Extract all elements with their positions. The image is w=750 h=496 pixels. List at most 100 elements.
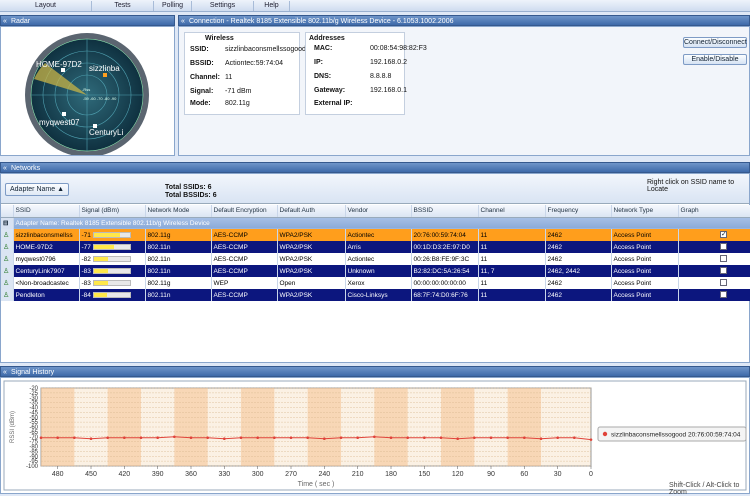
vendor-cell: Arris (345, 241, 412, 253)
table-row[interactable]: ♙ Pendleton -84 802.11n AES-CCMP WPA2/PSK Cisc… (1, 289, 750, 301)
channel-cell: 11 (478, 253, 546, 265)
table-header: SSID Signal (dBm) Network Mode Default E… (1, 205, 750, 218)
ssid-cell[interactable]: Pendleton (13, 289, 80, 301)
signal-strength-bar (92, 255, 131, 262)
radar-header[interactable]: «Radar (0, 15, 175, 26)
column-graph[interactable]: Graph (678, 205, 750, 218)
tab-polling[interactable]: Polling (154, 1, 192, 11)
series-point (256, 436, 259, 440)
tab-help[interactable]: Help (254, 1, 290, 11)
series-point (489, 436, 493, 440)
addresses-heading: Addresses (309, 35, 345, 42)
series-point (56, 436, 59, 440)
signal-cell: -82 (79, 253, 146, 265)
signal-strength-bar (92, 267, 131, 274)
graph-cell[interactable] (678, 265, 750, 277)
series-point (389, 436, 393, 440)
column-ssid[interactable]: SSID (13, 205, 80, 218)
tab-settings[interactable]: Settings (192, 1, 254, 11)
ssid-cell[interactable]: myqwest0796 (13, 253, 80, 265)
row-icon: ♙ (1, 277, 14, 289)
signal-cell: -71 (79, 229, 146, 241)
graph-checkbox[interactable] (720, 291, 727, 299)
radar-label-home: HOME-97D2 (36, 60, 82, 69)
dns-label: DNS: (314, 73, 332, 80)
table-row[interactable]: ♙ myqwest0796 -82 802.11n AES-CCMP WPA2/PSK Ac… (1, 253, 750, 265)
signal-label: Signal: (190, 88, 214, 95)
enable-disable-button[interactable]: Enable/Disable (683, 54, 747, 65)
signal-history-chart[interactable]: -20-25-30-35-40-45-50-55-60-65-70-75-80-… (1, 378, 749, 493)
tab-layout[interactable]: Layout (0, 1, 92, 11)
series-point (289, 436, 293, 440)
table-row[interactable]: ♙ CenturyLink7907 -83 802.11n AES-CCMP WPA2/P… (1, 265, 750, 277)
series-point (373, 435, 376, 439)
signal-cell: -77 (79, 241, 146, 253)
ssid-cell[interactable]: CenturyLink7907 (13, 265, 80, 277)
auth-cell: WPA2/PSK (277, 289, 346, 301)
column-encryption[interactable]: Default Encryption (211, 205, 278, 218)
encryption-cell: AES-CCMP (211, 241, 278, 253)
tab-tests[interactable]: Tests (92, 1, 154, 11)
x-tick-label: 300 (252, 471, 264, 478)
history-header[interactable]: «Signal History (0, 366, 750, 377)
column-vendor[interactable]: Vendor (345, 205, 412, 218)
dns-value: 8.8.8.8 (370, 73, 392, 80)
networks-header[interactable]: «Networks (0, 162, 750, 173)
total-bssids: Total BSSIDs: 6 (165, 192, 217, 199)
auth-cell: WPA2/PSK (277, 229, 346, 241)
group-row[interactable]: ⊟ Adapter Name: Realtek 8185 Extensible … (1, 217, 750, 229)
column-auth[interactable]: Default Auth (277, 205, 346, 218)
ssid-cell[interactable]: <Non-broadcastec (13, 277, 80, 289)
column-signal[interactable]: Signal (dBm) (79, 205, 146, 218)
column-network-mode[interactable]: Network Mode (145, 205, 212, 218)
graph-cell[interactable] (678, 253, 750, 265)
vendor-cell: Actiontec (345, 253, 412, 265)
radar-center-label: -Rss (82, 87, 90, 92)
frequency-cell: 2462 (545, 253, 612, 265)
encryption-cell: AES-CCMP (211, 265, 278, 277)
connect-disconnect-button[interactable]: Connect/Disconnect (683, 37, 747, 48)
connection-header[interactable]: «Connection - Realtek 8185 Extensible 80… (178, 15, 750, 26)
series-point (123, 436, 126, 440)
graph-cell[interactable] (678, 277, 750, 289)
table-row[interactable]: ♙ <Non-broadcastec -83 802.11g WEP Open Xerox 0… (1, 277, 750, 289)
x-tick-label: 390 (152, 471, 164, 478)
series-point (423, 436, 426, 440)
radar-panel: HOME-97D2 sizzlinba myqwest07 CenturyLi … (0, 26, 175, 157)
group-expander[interactable]: ⊟ (1, 217, 14, 229)
table-row[interactable]: ♙ HOME-97D2 -77 802.11n AES-CCMP WPA2/PSK Arri… (1, 241, 750, 253)
x-tick-label: 210 (352, 471, 364, 478)
series-point (156, 436, 159, 440)
type-cell: Access Point (611, 241, 679, 253)
ssid-cell[interactable]: sizzlinbaconsmellss (13, 229, 80, 241)
external-ip-label: External IP: (314, 100, 353, 107)
column-bssid[interactable]: BSSID (411, 205, 479, 218)
adapter-name-group-button[interactable]: Adapter Name ▲ (5, 183, 69, 196)
column-channel[interactable]: Channel (478, 205, 546, 218)
x-tick-label: 420 (118, 471, 130, 478)
column-frequency[interactable]: Frequency (545, 205, 612, 218)
graph-checkbox[interactable]: ✓ (720, 231, 727, 239)
graph-checkbox[interactable] (720, 255, 727, 263)
graph-cell[interactable]: ✓ (678, 229, 750, 241)
ssid-cell[interactable]: HOME-97D2 (13, 241, 80, 253)
gateway-value: 192.168.0.1 (370, 87, 407, 94)
vendor-cell: Cisco-Linksys (345, 289, 412, 301)
signal-strength-bar (92, 231, 131, 238)
x-tick-label: 180 (385, 471, 397, 478)
radar-label-sizzlin: sizzlinba (89, 64, 120, 73)
signal-cell: -83 (79, 277, 146, 289)
graph-cell[interactable] (678, 289, 750, 301)
mode-label: Mode: (190, 100, 211, 107)
legend-label: sizzlinbaconsmellssogood 20:76:00:59:74:… (611, 432, 741, 439)
radar-title: Radar (11, 18, 31, 25)
table-row[interactable]: ♙ sizzlinbaconsmellss -71 802.11g AES-CCMP WP… (1, 229, 750, 241)
series-point (339, 436, 343, 440)
graph-checkbox[interactable] (720, 279, 727, 287)
graph-cell[interactable] (678, 241, 750, 253)
mode-cell: 802.11n (145, 241, 212, 253)
graph-checkbox[interactable] (720, 267, 727, 275)
row-icon: ♙ (1, 229, 14, 241)
column-network-type[interactable]: Network Type (611, 205, 679, 218)
graph-checkbox[interactable] (720, 243, 727, 251)
